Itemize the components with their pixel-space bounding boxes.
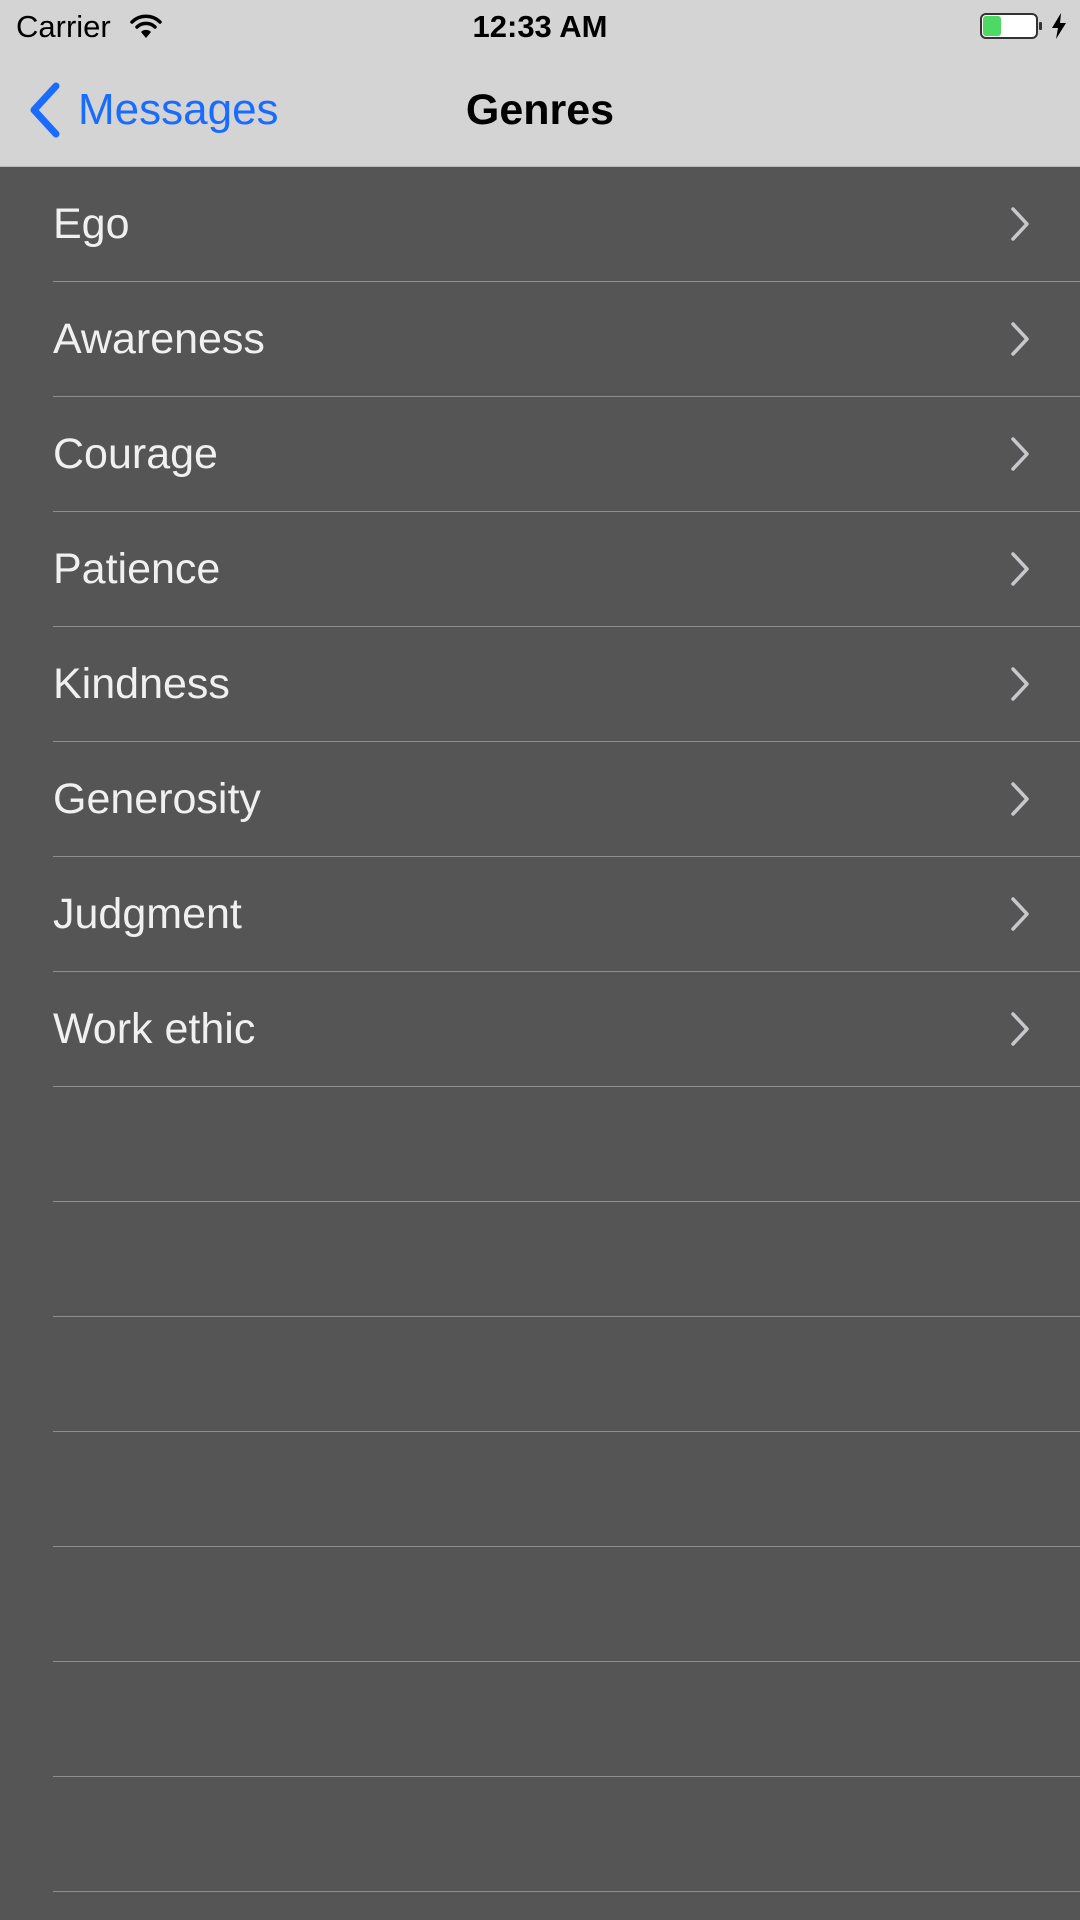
genre-row-kindness[interactable]: Kindness bbox=[0, 627, 1080, 742]
chevron-right-icon bbox=[1011, 782, 1029, 816]
empty-row bbox=[0, 1892, 1080, 1920]
empty-row bbox=[0, 1662, 1080, 1777]
empty-row bbox=[0, 1432, 1080, 1547]
genre-label: Kindness bbox=[53, 660, 230, 708]
charging-bolt-icon bbox=[1052, 13, 1066, 39]
chevron-right-icon bbox=[1011, 1012, 1029, 1046]
genre-label: Patience bbox=[53, 545, 221, 593]
genre-label: Judgment bbox=[53, 890, 242, 938]
chevron-right-icon bbox=[1011, 437, 1029, 471]
navigation-bar: Messages Genres bbox=[0, 54, 1080, 167]
genre-row-judgment[interactable]: Judgment bbox=[0, 857, 1080, 972]
chevron-right-icon bbox=[1011, 207, 1029, 241]
page-title: Genres bbox=[465, 86, 615, 134]
genre-row-generosity[interactable]: Generosity bbox=[0, 742, 1080, 857]
empty-row bbox=[0, 1202, 1080, 1317]
genre-row-ego[interactable]: Ego bbox=[0, 167, 1080, 282]
empty-row bbox=[0, 1087, 1080, 1202]
status-time: 12:33 AM bbox=[472, 9, 608, 44]
empty-row bbox=[0, 1547, 1080, 1662]
status-bar: Carrier 12:33 AM bbox=[0, 0, 1080, 54]
genre-list: Ego Awareness Courage Patience Kindness … bbox=[0, 167, 1080, 1920]
genre-label: Generosity bbox=[53, 775, 261, 823]
chevron-right-icon bbox=[1011, 897, 1029, 931]
genre-row-work-ethic[interactable]: Work ethic bbox=[0, 972, 1080, 1087]
genre-row-awareness[interactable]: Awareness bbox=[0, 282, 1080, 397]
genre-label: Courage bbox=[53, 430, 218, 478]
genre-row-patience[interactable]: Patience bbox=[0, 512, 1080, 627]
genre-label: Awareness bbox=[53, 315, 265, 363]
chevron-right-icon bbox=[1011, 322, 1029, 356]
chevron-right-icon bbox=[1011, 552, 1029, 586]
genre-row-courage[interactable]: Courage bbox=[0, 397, 1080, 512]
empty-row bbox=[0, 1317, 1080, 1432]
genre-label: Ego bbox=[53, 200, 130, 248]
genre-label: Work ethic bbox=[53, 1005, 256, 1053]
battery-icon bbox=[980, 13, 1042, 39]
chevron-right-icon bbox=[1011, 667, 1029, 701]
empty-row bbox=[0, 1777, 1080, 1892]
